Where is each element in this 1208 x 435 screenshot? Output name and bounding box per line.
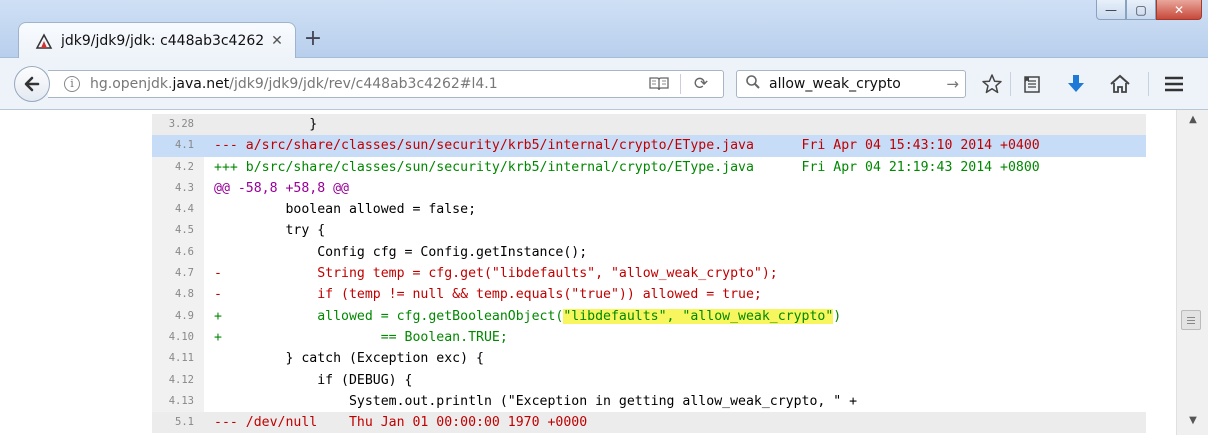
- line-number-link[interactable]: 5.1: [152, 412, 204, 434]
- search-go-button[interactable]: →: [946, 75, 959, 93]
- diff-line-code: - if (temp != null && temp.equals("true"…: [214, 287, 762, 303]
- diff-line-code: } catch (Exception exc) {: [214, 351, 484, 367]
- menu-icon: [1165, 76, 1183, 92]
- diff-line-code: boolean allowed = false;: [214, 202, 477, 218]
- diff-line-code: System.out.println ("Exception in gettin…: [214, 393, 858, 409]
- download-button[interactable]: [1062, 70, 1090, 98]
- diff-view: 3.28 } 4.1 --- a/src/share/classes/sun/sec…: [152, 114, 1146, 434]
- diff-line: 4.1 --- a/src/share/classes/sun/security/…: [152, 135, 1146, 157]
- menu-button[interactable]: [1160, 70, 1188, 98]
- diff-line: 4.10 + == Boolean.TRUE;: [152, 326, 1146, 349]
- bookmark-star-icon: [982, 74, 1002, 94]
- diff-line-code: try {: [214, 223, 326, 239]
- home-button[interactable]: [1106, 70, 1134, 98]
- maximize-button[interactable]: ▢: [1126, 0, 1156, 20]
- tab-title: jdk9/jdk9/jdk: c448ab3c4262: [61, 33, 265, 49]
- navigation-bar: i hg.openjdk.java.net/jdk9/jdk9/jdk/rev/…: [0, 58, 1208, 110]
- diff-line: 4.9 + allowed = cfg.getBooleanObject("lib…: [152, 305, 1146, 327]
- diff-line-code: --- a/src/share/classes/sun/security/krb…: [204, 135, 1146, 157]
- info-icon[interactable]: i: [64, 76, 80, 92]
- url-prefix: hg.openjdk.: [90, 76, 173, 92]
- address-bar[interactable]: i hg.openjdk.java.net/jdk9/jdk9/jdk/rev/…: [48, 70, 724, 98]
- scroll-up-arrow-icon[interactable]: ▲: [1185, 114, 1201, 128]
- diff-line: 4.7 - String temp = cfg.get("libdefaults"…: [152, 263, 1146, 285]
- line-number-link[interactable]: 4.1: [152, 135, 204, 157]
- window-controls: — ▢ ✕: [1096, 0, 1202, 22]
- line-number-link[interactable]: 4.7: [152, 263, 204, 285]
- diff-line-code: Config cfg = Config.getInstance();: [214, 244, 588, 260]
- download-icon: [1068, 75, 1084, 92]
- search-bar[interactable]: →: [736, 70, 966, 98]
- page-content: 3.28 } 4.1 --- a/src/share/classes/sun/sec…: [0, 110, 1176, 435]
- reload-icon[interactable]: ⟳: [691, 74, 711, 94]
- line-number-link[interactable]: 4.13: [152, 390, 204, 413]
- code-text: + allowed = cfg.getBooleanObject(: [214, 308, 564, 324]
- bookmark-star-button[interactable]: [978, 70, 1006, 98]
- close-window-button[interactable]: ✕: [1156, 0, 1202, 20]
- back-button[interactable]: [14, 66, 50, 102]
- diff-line: 4.13 System.out.println ("Exception in g…: [152, 390, 1146, 413]
- diff-line-code: if (DEBUG) {: [214, 372, 413, 388]
- search-match-highlight: "libdefaults", "allow_weak_crypto": [563, 308, 834, 324]
- line-number-link[interactable]: 4.8: [152, 284, 204, 306]
- active-tab[interactable]: jdk9/jdk9/jdk: c448ab3c4262 ✕: [18, 22, 296, 59]
- tab-close-icon[interactable]: ✕: [269, 33, 285, 49]
- code-text: ): [833, 308, 842, 324]
- new-tab-button[interactable]: +: [300, 28, 326, 52]
- diff-line-code: - String temp = cfg.get("libdefaults", "…: [214, 266, 778, 282]
- line-number-link[interactable]: 4.2: [152, 156, 204, 178]
- line-number-link[interactable]: 4.11: [152, 348, 204, 370]
- diff-line: 5.1 --- /dev/null Thu Jan 01 00:00:00 197…: [152, 412, 1146, 434]
- title-bar: — ▢ ✕ jdk9/jdk9/jdk: c448ab3c4262 ✕ +: [0, 0, 1208, 59]
- diff-line-code: --- /dev/null Thu Jan 01 00:00:00 1970 +…: [204, 412, 1146, 434]
- back-icon: [24, 76, 40, 92]
- minimize-button[interactable]: —: [1096, 0, 1126, 20]
- line-number-link[interactable]: 4.9: [152, 305, 204, 327]
- search-icon: [745, 74, 763, 94]
- line-number-link[interactable]: 3.28: [152, 114, 204, 136]
- diff-line: 4.3 @@ -58,8 +58,8 @@: [152, 177, 1146, 200]
- scroll-down-arrow-icon[interactable]: ▼: [1185, 415, 1201, 429]
- diff-line-code: }: [204, 114, 1146, 136]
- url-domain: java.net: [172, 76, 230, 92]
- diff-line: 4.5 try {: [152, 220, 1146, 242]
- diff-line-code: @@ -58,8 +58,8 @@: [214, 180, 349, 196]
- url-text[interactable]: hg.openjdk.java.net/jdk9/jdk9/jdk/rev/c4…: [90, 76, 648, 92]
- diff-line: 4.2 +++ b/src/share/classes/sun/security/…: [152, 156, 1146, 178]
- url-separator: [680, 74, 681, 94]
- search-input[interactable]: [769, 76, 939, 92]
- line-number-link[interactable]: 4.12: [152, 369, 204, 391]
- line-number-link[interactable]: 4.6: [152, 241, 204, 264]
- diff-line: 4.11 } catch (Exception exc) {: [152, 348, 1146, 370]
- reading-list-icon: [1024, 76, 1040, 93]
- diff-line: 4.4 boolean allowed = false;: [152, 199, 1146, 221]
- diff-line: 4.6 Config cfg = Config.getInstance();: [152, 241, 1146, 264]
- line-number-link[interactable]: 4.10: [152, 326, 204, 349]
- diff-line: 3.28 }: [152, 114, 1146, 136]
- line-number-link[interactable]: 4.5: [152, 220, 204, 242]
- scrollbar-thumb[interactable]: [1181, 310, 1201, 330]
- reading-list-button[interactable]: [1018, 70, 1046, 98]
- home-icon: [1110, 74, 1130, 93]
- line-number-link[interactable]: 4.3: [152, 177, 204, 200]
- diff-line-code: +++ b/src/share/classes/sun/security/krb…: [214, 159, 1040, 175]
- toolbar-separator: [1010, 72, 1011, 96]
- toolbar-separator: [1148, 72, 1149, 96]
- diff-line-code: + == Boolean.TRUE;: [214, 329, 508, 345]
- diff-line-code: + allowed = cfg.getBooleanObject("libdef…: [204, 306, 1146, 327]
- line-number-link[interactable]: 4.4: [152, 199, 204, 221]
- diff-line: 4.8 - if (temp != null && temp.equals("tr…: [152, 284, 1146, 306]
- reader-icon[interactable]: [648, 75, 670, 93]
- vertical-scrollbar[interactable]: ▲ ▼: [1176, 110, 1208, 435]
- openjdk-favicon-icon: [35, 32, 53, 50]
- diff-line: 4.12 if (DEBUG) {: [152, 369, 1146, 391]
- url-path: /jdk9/jdk9/jdk/rev/c448ab3c4262#l4.1: [229, 76, 498, 92]
